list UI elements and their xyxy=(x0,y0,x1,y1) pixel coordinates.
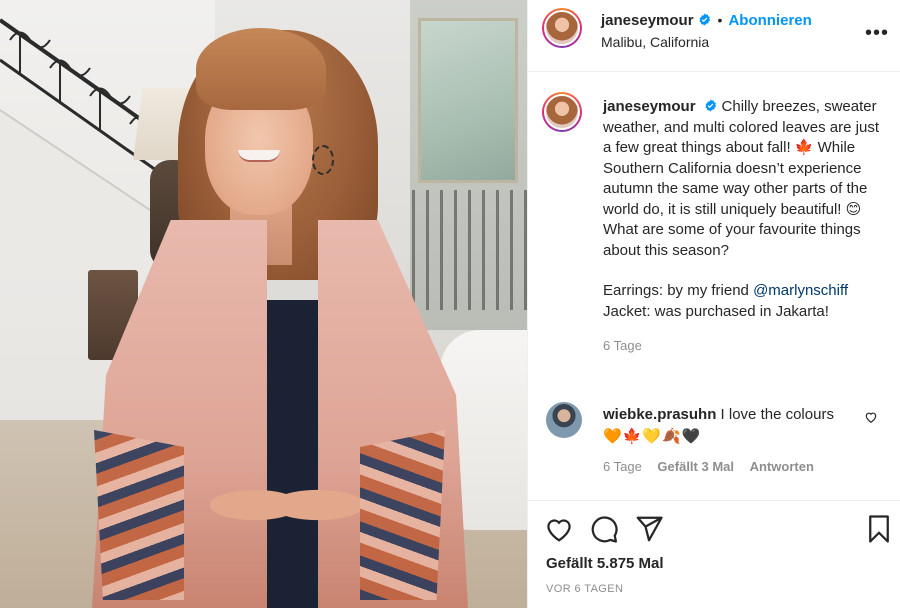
post-caption: janeseymour Chilly breezes, sweater weath… xyxy=(603,97,883,357)
post-actions: Gefällt 5.875 Mal VOR 6 TAGEN xyxy=(528,500,900,608)
share-icon[interactable] xyxy=(634,514,664,544)
photo-balcony-railing xyxy=(412,190,527,310)
photo-earring xyxy=(312,145,334,175)
verified-icon xyxy=(699,13,710,26)
header-separator: • xyxy=(717,12,723,28)
photo-smile xyxy=(238,150,280,162)
bookmark-icon[interactable] xyxy=(864,514,894,544)
post-timestamp[interactable]: VOR 6 TAGEN xyxy=(546,583,623,595)
header-title-row: janeseymour • Abonnieren xyxy=(601,12,812,30)
photo-jacket-trim-right xyxy=(360,430,445,600)
caption-earrings-line: Earrings: by my friend @marlynschiff xyxy=(603,281,883,302)
author-avatar-image xyxy=(544,10,580,46)
follow-button[interactable]: Abonnieren xyxy=(728,12,811,29)
comment-text: I love the colours xyxy=(720,406,834,423)
caption-author-avatar-image xyxy=(544,94,580,130)
post-side-panel: janeseymour • Abonnieren Malibu, Californi… xyxy=(527,0,900,608)
caption-age[interactable]: 6 Tage xyxy=(603,336,883,357)
photo-jacket-trim-left xyxy=(94,430,184,600)
heart-icon[interactable] xyxy=(544,514,574,544)
post-location[interactable]: Malibu, California xyxy=(601,34,709,50)
post-header: janeseymour • Abonnieren Malibu, Californi… xyxy=(528,0,900,72)
photo-navy-top xyxy=(262,300,322,608)
commenter-avatar[interactable] xyxy=(546,402,582,438)
photo-hands xyxy=(210,470,360,540)
author-avatar[interactable] xyxy=(542,8,582,48)
comment-icon[interactable] xyxy=(589,514,619,544)
mention-link[interactable]: @marlynschiff xyxy=(753,282,848,299)
caption-earrings-text: Earrings: by my friend xyxy=(603,282,754,299)
photo-wall-art xyxy=(418,18,518,183)
verified-icon xyxy=(705,99,716,112)
comment-meta: 6 Tage Gefällt 3 Mal Antworten xyxy=(603,459,826,474)
post-photo[interactable] xyxy=(0,0,527,608)
author-username[interactable]: janeseymour xyxy=(601,12,694,29)
comment-emojis: 🧡🍁💛🍂🖤 xyxy=(603,428,702,445)
caption-username[interactable]: janeseymour xyxy=(603,98,696,115)
more-icon[interactable]: ••• xyxy=(865,22,889,45)
comment-reply-button[interactable]: Antworten xyxy=(750,459,814,474)
caption-jacket-line: Jacket: was purchased in Jakarta! xyxy=(603,302,829,320)
caption-author-avatar[interactable] xyxy=(542,92,582,132)
photo-bangs xyxy=(196,28,326,110)
caption-text: Chilly breezes, sweater weather, and mul… xyxy=(603,98,879,259)
commenter-username[interactable]: wiebke.prasuhn xyxy=(603,406,716,423)
comment-like-heart-icon[interactable] xyxy=(864,410,878,424)
comment-likes[interactable]: Gefällt 3 Mal xyxy=(657,459,734,474)
likes-count[interactable]: Gefällt 5.875 Mal xyxy=(546,555,664,572)
comment-age[interactable]: 6 Tage xyxy=(603,459,642,474)
comment: wiebke.prasuhn I love the colours 🧡🍁💛🍂🖤 xyxy=(603,404,853,448)
